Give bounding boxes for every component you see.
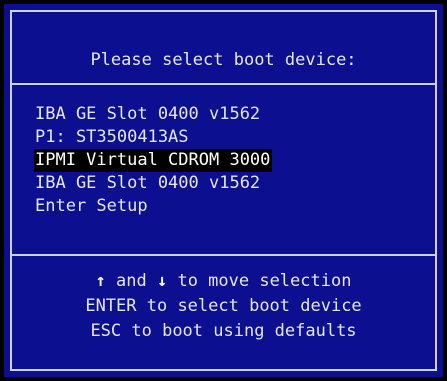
boot-device-label: IBA GE Slot 0400 v1562 xyxy=(35,173,261,193)
boot-device-label: IPMI Virtual CDROM 3000 xyxy=(34,149,273,172)
boot-device-label: IBA GE Slot 0400 v1562 xyxy=(35,104,261,124)
help-line-esc: ESC to boot using defaults xyxy=(90,321,357,341)
boot-device-label: Enter Setup xyxy=(35,196,148,216)
boot-device-list: IBA GE Slot 0400 v1562 P1: ST3500413AS I… xyxy=(34,103,273,218)
boot-device-item-3-selected[interactable]: IPMI Virtual CDROM 3000 xyxy=(34,149,273,172)
title-divider xyxy=(10,83,437,85)
help-divider xyxy=(10,254,437,256)
boot-device-item-4[interactable]: IBA GE Slot 0400 v1562 xyxy=(35,172,272,195)
boot-device-label: P1: ST3500413AS xyxy=(35,127,189,147)
boot-device-item-1[interactable]: IBA GE Slot 0400 v1562 xyxy=(35,103,272,126)
down-arrow-icon: ↓ xyxy=(156,271,168,291)
help-line-navigation: ↑ and ↓ to move selection xyxy=(4,269,443,294)
enter-setup-item[interactable]: Enter Setup xyxy=(35,195,272,218)
boot-device-item-2[interactable]: P1: ST3500413AS xyxy=(35,126,272,149)
help-move-text: to move selection xyxy=(167,271,352,291)
up-arrow-icon: ↑ xyxy=(95,271,106,291)
boot-menu-title: Please select boot device: xyxy=(90,50,357,70)
help-text: ↑ and ↓ to move selection ENTER to selec… xyxy=(4,269,443,344)
help-and-text: and xyxy=(105,271,157,291)
boot-menu-window: Please select boot device: IBA GE Slot 0… xyxy=(4,4,443,377)
help-line-enter: ENTER to select boot device xyxy=(85,296,362,316)
